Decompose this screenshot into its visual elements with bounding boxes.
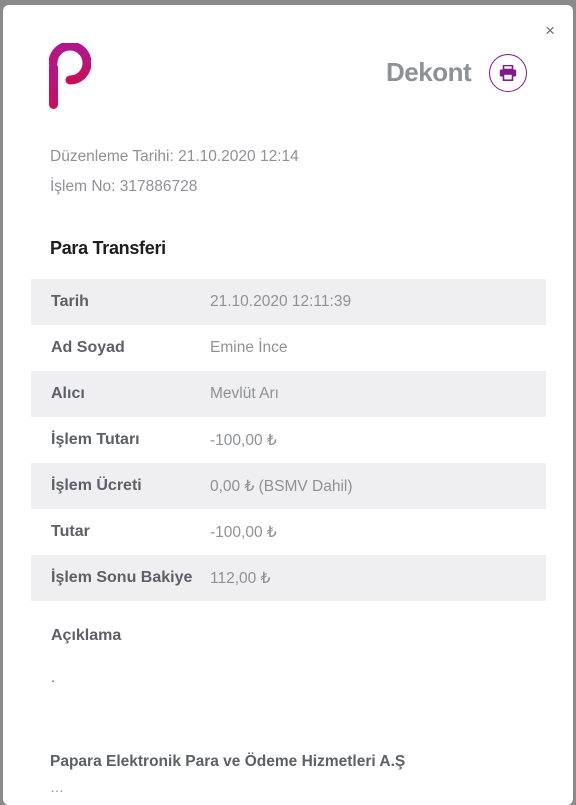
detail-value: Emine İnce [210, 339, 288, 356]
print-button[interactable] [489, 54, 527, 92]
papara-logo-icon [49, 43, 91, 109]
detail-row-balance: İşlem Sonu Bakiye 112,00 ₺ [31, 555, 546, 601]
detail-label: Tutar [51, 523, 90, 540]
issue-date: Düzenleme Tarihi: 21.10.2020 12:14 [50, 148, 299, 165]
detail-label: Ad Soyad [51, 339, 125, 356]
detail-label: İşlem Ücreti [51, 477, 142, 494]
printer-icon [499, 65, 517, 81]
detail-value: -100,00 ₺ [210, 431, 277, 449]
receipt-modal: × Dekont Düzenleme Tarihi: 21.10.2020 12… [3, 5, 573, 805]
detail-row-transaction-amount: İşlem Tutarı -100,00 ₺ [31, 417, 546, 463]
detail-value: 0,00 ₺ (BSMV Dahil) [210, 477, 353, 495]
section-title: Para Transferi [50, 238, 166, 258]
detail-row-total: Tutar -100,00 ₺ [31, 509, 546, 555]
detail-label: Tarih [51, 293, 89, 310]
close-icon[interactable]: × [545, 22, 555, 39]
detail-value: Mevlüt Arı [210, 385, 279, 402]
detail-row-date: Tarih 21.10.2020 12:11:39 [31, 279, 546, 325]
detail-row-name: Ad Soyad Emine İnce [31, 325, 546, 371]
detail-label: İşlem Tutarı [51, 431, 140, 448]
transaction-number: İşlem No: 317886728 [50, 178, 198, 195]
description-label: Açıklama [51, 627, 122, 644]
description-value: . [51, 669, 56, 686]
detail-row-recipient: Alıcı Mevlüt Arı [31, 371, 546, 417]
company-name: Papara Elektronik Para ve Ödeme Hizmetle… [50, 753, 406, 770]
detail-value: 21.10.2020 12:11:39 [210, 293, 352, 310]
detail-label: Alıcı [51, 385, 85, 402]
detail-value: 112,00 ₺ [210, 569, 271, 587]
detail-label: İşlem Sonu Bakiye [51, 569, 193, 586]
detail-row-fee: İşlem Ücreti 0,00 ₺ (BSMV Dahil) [31, 463, 546, 509]
details-table: Tarih 21.10.2020 12:11:39 Ad Soyad Emine… [31, 279, 546, 601]
company-subline: … [50, 779, 64, 795]
receipt-title: Dekont [386, 57, 472, 87]
detail-value: -100,00 ₺ [210, 523, 277, 541]
